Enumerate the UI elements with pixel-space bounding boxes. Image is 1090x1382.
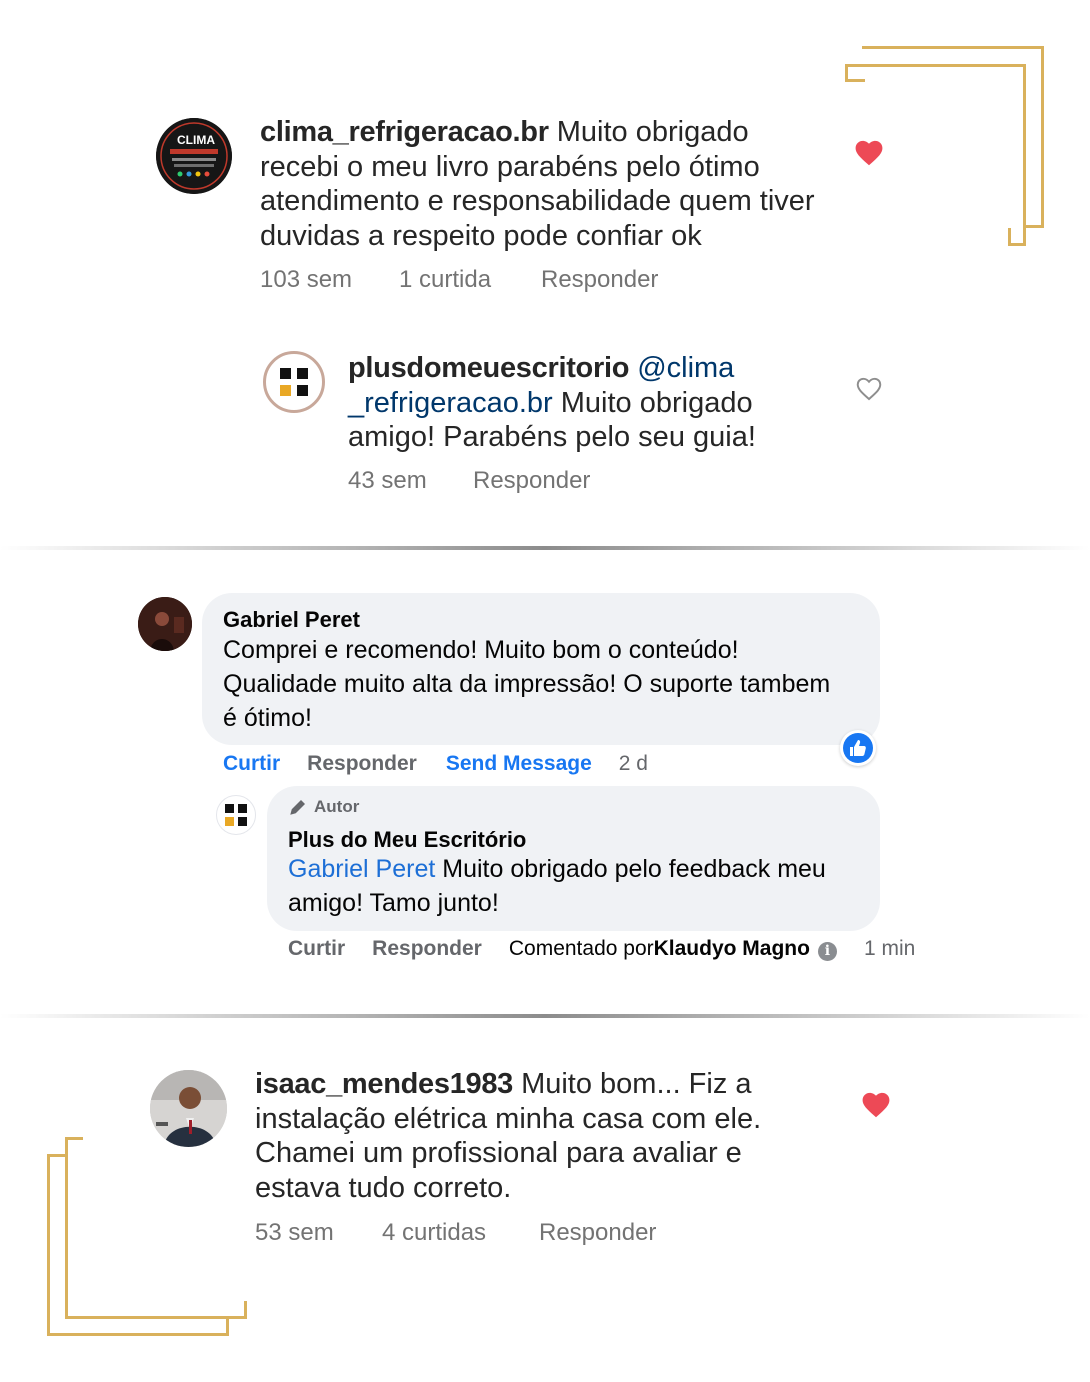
divider (0, 1014, 1090, 1018)
author-badge-label: Autor (314, 797, 360, 816)
reply-button[interactable]: Responder (473, 467, 590, 495)
username-plus[interactable]: plusdomeuescritorio (348, 352, 629, 384)
plus-logo-icon (225, 804, 247, 826)
clima-logo-icon: CLIMA (156, 118, 232, 194)
comment-text-line: atendimento e responsabilidade quem tive… (260, 185, 815, 217)
reply-time: 1 min (863, 937, 916, 960)
reply-meta-plus: 43 sem Responder (348, 467, 590, 495)
info-icon[interactable]: i (817, 942, 837, 961)
comment-text-isaac: isaac_mendes1983 Muito bom... Fiz a inst… (255, 1067, 845, 1205)
plus-logo-icon (280, 368, 308, 396)
like-reaction-icon[interactable] (840, 730, 876, 766)
likes-count[interactable]: 1 curtida (399, 266, 541, 294)
mention-link[interactable]: _refrigeracao.br (348, 387, 553, 419)
gold-frame-bottom-left-inner-top (65, 1137, 83, 1140)
plus-page-avatar[interactable] (216, 795, 256, 835)
person-photo-icon (138, 597, 192, 651)
likes-count[interactable]: 4 curtidas (382, 1219, 539, 1247)
page-name[interactable]: Plus do Meu Escritório (288, 827, 526, 853)
send-message-button[interactable]: Send Message (446, 752, 592, 776)
person-photo-icon (150, 1070, 227, 1147)
author-badge: Autor (288, 797, 359, 817)
thumbs-up-icon (843, 733, 873, 763)
reply-button[interactable]: Responder (539, 1219, 656, 1247)
comment-text-line: instalação elétrica minha casa com ele. (255, 1102, 762, 1135)
commented-by-name[interactable]: Klaudyo Magno (654, 937, 810, 961)
comment-text-line: recebi o meu livro parabéns pelo ótimo (260, 150, 760, 183)
comment-text-line: Chamei um profissional para avaliar e (255, 1137, 742, 1169)
comment-text-line: duvidas a respeito pode confiar ok (260, 219, 702, 252)
gold-frame-bottom-left-inner (65, 1137, 247, 1319)
gold-frame-bottom-left-outer-top (47, 1154, 65, 1157)
commented-by-label: Comentado por (508, 937, 654, 960)
reply-text-line: Muito obrigado pelo feedback meu (435, 855, 826, 883)
comment-text-line: Qualidade muito alta da impressão! O sup… (223, 670, 831, 698)
comment-body: Comprei e recomendo! Muito bom o conteúd… (223, 633, 873, 735)
clima-avatar[interactable]: CLIMA (156, 118, 232, 194)
comment-time: 103 sem (260, 266, 353, 293)
comment-time: 53 sem (255, 1219, 334, 1246)
heart-filled-icon[interactable] (862, 1092, 890, 1118)
gold-frame-top-right-outer-v (1026, 46, 1044, 228)
comment-text-line: Comprei e recomendo! Muito bom o conteúd… (223, 636, 739, 664)
like-button[interactable]: Curtir (288, 937, 345, 961)
divider (0, 546, 1090, 550)
gold-frame-bottom-left-outer-right (226, 1318, 229, 1336)
comment-text-line: Muito obrigado (548, 116, 749, 148)
comment-text-line: Muito bom... Fiz a (513, 1068, 752, 1100)
plus-avatar[interactable] (263, 351, 325, 413)
gold-frame-top-right-inner-foot (1008, 228, 1026, 246)
comment-meta-clima: 103 sem 1 curtida Responder (260, 266, 658, 294)
reply-text-line: Muito obrigado (552, 386, 753, 419)
gold-frame-bottom-left-inner-right (244, 1301, 247, 1319)
gabriel-avatar[interactable] (138, 597, 192, 651)
mention-link[interactable]: Gabriel Peret (288, 855, 435, 883)
reply-time: 43 sem (348, 467, 427, 494)
comment-actions-gabriel: Curtir Responder Send Message 2 d (223, 752, 648, 776)
gold-frame-top-right-inner-base (845, 64, 865, 82)
heart-outline-icon[interactable] (856, 377, 882, 401)
pencil-icon (290, 799, 306, 815)
heart-filled-icon[interactable] (855, 140, 883, 166)
isaac-avatar[interactable] (150, 1070, 227, 1147)
commenter-name[interactable]: Gabriel Peret (223, 607, 360, 633)
reply-button[interactable]: Responder (307, 752, 417, 776)
reply-text-plus: plusdomeuescritorio @clima _refrigeracao… (348, 351, 848, 455)
username-clima[interactable]: clima_refrigeracao.br (260, 116, 549, 148)
like-button[interactable]: Curtir (223, 752, 280, 776)
comment-text-line: é ótimo! (223, 704, 312, 732)
reply-body: Gabriel Peret Muito obrigado pelo feedba… (288, 852, 873, 920)
comment-meta-isaac: 53 sem 4 curtidas Responder (255, 1219, 656, 1247)
svg-text:CLIMA: CLIMA (177, 133, 215, 147)
comment-time: 2 d (618, 752, 648, 775)
comment-text-clima: clima_refrigeracao.br Muito obrigado rec… (260, 115, 850, 253)
mention-link[interactable]: @clima (637, 352, 734, 384)
reply-text-line: amigo! Tamo junto! (288, 889, 499, 917)
reply-text-line: amigo! Parabéns pelo seu guia! (348, 421, 756, 453)
reply-button[interactable]: Responder (541, 266, 658, 294)
reply-actions-plus: Curtir Responder Comentado por Klaudyo M… (288, 937, 915, 961)
comment-text-line: estava tudo correto. (255, 1171, 512, 1204)
username-isaac[interactable]: isaac_mendes1983 (255, 1068, 513, 1100)
reply-button[interactable]: Responder (372, 937, 482, 961)
